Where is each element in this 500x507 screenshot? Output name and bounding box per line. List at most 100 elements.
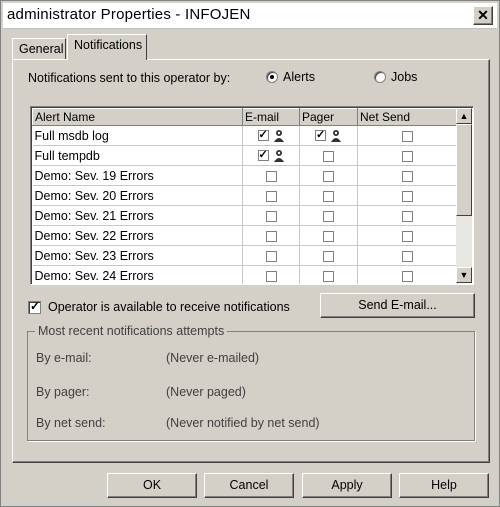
email-checkbox[interactable]	[265, 250, 277, 262]
email-cell	[242, 225, 300, 246]
alerts-grid[interactable]: Alert Name E-mail Pager Net Send Full ms…	[30, 106, 474, 285]
tab-notifications[interactable]: Notifications	[67, 34, 147, 60]
scroll-up-button[interactable]: ▲	[456, 108, 472, 124]
jobs-radio[interactable]	[374, 71, 386, 83]
alert-name-cell: Demo: Sev. 24 Errors	[32, 265, 243, 284]
by-net-send-value: (Never notified by net send)	[166, 416, 320, 430]
table-row[interactable]: Demo: Sev. 22 Errors	[32, 225, 458, 246]
arrow-down-icon: ▼	[459, 270, 469, 280]
by-email-label: By e-mail:	[36, 351, 92, 365]
grid-header-row: Alert Name E-mail Pager Net Send	[32, 108, 458, 126]
netsend-cell	[357, 245, 458, 266]
arrow-up-icon: ▲	[459, 111, 469, 121]
pager-checkbox[interactable]	[323, 190, 334, 202]
email-checkbox[interactable]	[257, 148, 269, 162]
email-cell	[242, 165, 300, 186]
netsend-cell	[357, 205, 458, 226]
scroll-down-button[interactable]: ▼	[456, 267, 472, 283]
alert-name-cell: Demo: Sev. 21 Errors	[32, 205, 243, 226]
by-email-value: (Never e-mailed)	[166, 351, 260, 365]
netsend-checkbox[interactable]	[402, 210, 413, 222]
by-pager-value: (Never paged)	[166, 385, 246, 399]
ok-button[interactable]: OK	[107, 473, 197, 498]
netsend-cell	[357, 145, 458, 166]
title-bar: administrator Properties - INFOJEN ✕	[3, 3, 497, 29]
netsend-cell	[357, 225, 458, 246]
netsend-checkbox[interactable]	[402, 270, 413, 282]
pager-cell	[299, 205, 358, 226]
by-pager-label: By pager:	[36, 385, 90, 399]
table-row[interactable]: Demo: Sev. 23 Errors	[32, 245, 458, 266]
table-row[interactable]: Demo: Sev. 19 Errors	[32, 165, 458, 186]
available-label[interactable]: Operator is available to receive notific…	[48, 300, 290, 314]
pager-checkbox[interactable]	[315, 128, 326, 142]
column-header-alert-name[interactable]: Alert Name	[32, 108, 243, 126]
table-row[interactable]: Full tempdb	[32, 145, 458, 166]
netsend-checkbox[interactable]	[402, 250, 413, 262]
alerts-radio[interactable]	[266, 71, 278, 83]
alert-name-cell: Demo: Sev. 20 Errors	[32, 185, 243, 206]
send-email-button[interactable]: Send E-mail...	[320, 293, 475, 318]
email-checkbox[interactable]	[265, 270, 277, 282]
email-cell	[242, 185, 300, 206]
table-row[interactable]: Demo: Sev. 21 Errors	[32, 205, 458, 226]
netsend-cell	[357, 125, 458, 146]
table-row[interactable]: Full msdb log	[32, 125, 458, 146]
by-net-send-label: By net send:	[36, 416, 106, 430]
alert-name-cell: Demo: Sev. 19 Errors	[32, 165, 243, 186]
alerts-radio-label[interactable]: Alerts	[283, 70, 315, 84]
email-cell	[242, 205, 300, 226]
scroll-thumb[interactable]	[456, 124, 472, 216]
alert-name-cell: Demo: Sev. 23 Errors	[32, 245, 243, 266]
pager-cell	[299, 265, 358, 284]
column-header-email[interactable]: E-mail	[242, 108, 300, 126]
email-cell	[242, 125, 300, 146]
pager-cell	[299, 225, 358, 246]
pager-checkbox[interactable]	[323, 210, 334, 222]
netsend-checkbox[interactable]	[402, 190, 413, 202]
table-row[interactable]: Demo: Sev. 24 Errors	[32, 265, 458, 284]
pager-cell	[299, 165, 358, 186]
help-button[interactable]: Help	[399, 473, 489, 498]
netsend-checkbox[interactable]	[402, 130, 413, 142]
column-header-pager[interactable]: Pager	[299, 108, 358, 126]
pager-cell	[299, 125, 358, 146]
apply-button[interactable]: Apply	[302, 473, 392, 498]
cancel-button[interactable]: Cancel	[204, 473, 294, 498]
pager-cell	[299, 245, 358, 266]
netsend-checkbox[interactable]	[402, 170, 413, 182]
available-checkbox[interactable]	[28, 299, 41, 314]
tab-general[interactable]: General	[12, 38, 66, 60]
netsend-checkbox[interactable]	[402, 230, 413, 242]
email-cell	[242, 265, 300, 284]
pager-checkbox[interactable]	[323, 250, 334, 262]
netsend-checkbox[interactable]	[402, 150, 413, 162]
window-title: administrator Properties - INFOJEN	[7, 6, 251, 23]
table-row[interactable]: Demo: Sev. 20 Errors	[32, 185, 458, 206]
alerts-table: Alert Name E-mail Pager Net Send Full ms…	[32, 108, 458, 284]
pager-checkbox[interactable]	[323, 270, 334, 282]
alert-name-cell: Full tempdb	[32, 145, 243, 166]
email-cell	[242, 245, 300, 266]
column-header-net-send[interactable]: Net Send	[357, 108, 458, 126]
email-checkbox[interactable]	[257, 128, 269, 142]
pager-checkbox[interactable]	[323, 150, 334, 162]
sent-by-label: Notifications sent to this operator by:	[28, 71, 231, 85]
recent-attempts-legend: Most recent notifications attempts	[35, 324, 228, 338]
operator-icon	[273, 149, 284, 162]
operator-icon	[331, 129, 341, 142]
netsend-cell	[357, 265, 458, 284]
pager-cell	[299, 145, 358, 166]
email-checkbox[interactable]	[265, 210, 277, 222]
pager-checkbox[interactable]	[323, 230, 334, 242]
netsend-cell	[357, 185, 458, 206]
grid-vertical-scrollbar[interactable]: ▲ ▼	[456, 108, 472, 283]
email-cell	[242, 145, 300, 166]
jobs-radio-label[interactable]: Jobs	[391, 70, 417, 84]
email-checkbox[interactable]	[265, 190, 277, 202]
email-checkbox[interactable]	[265, 170, 277, 182]
close-button[interactable]: ✕	[473, 6, 493, 25]
pager-checkbox[interactable]	[323, 170, 334, 182]
properties-window: administrator Properties - INFOJEN ✕ Gen…	[0, 0, 500, 507]
email-checkbox[interactable]	[265, 230, 277, 242]
